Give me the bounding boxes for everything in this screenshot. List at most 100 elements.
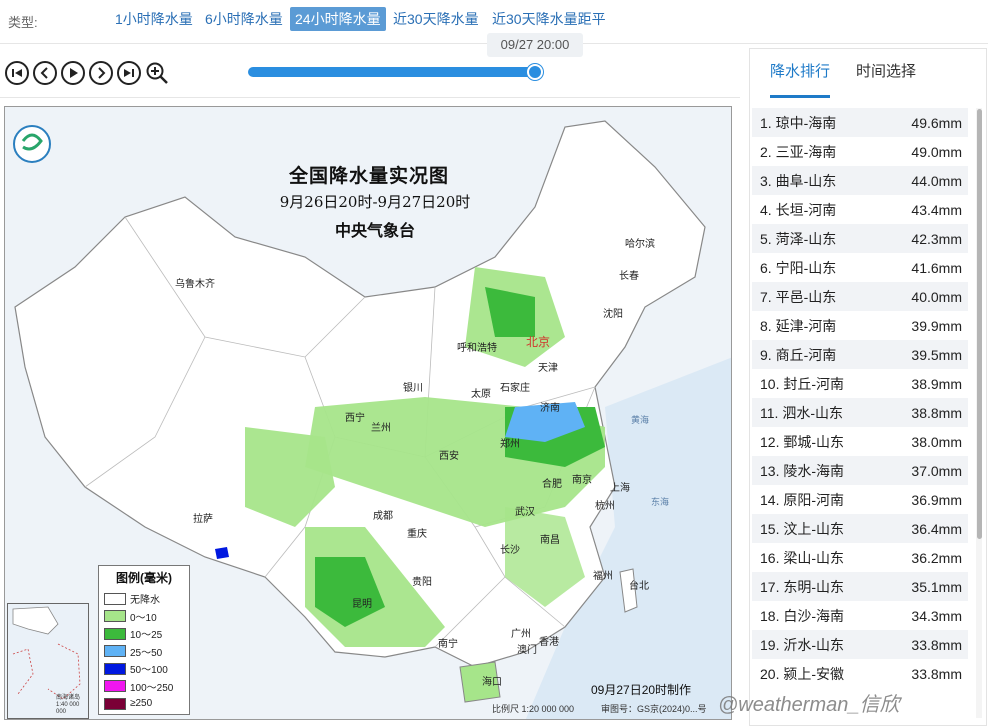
type-option-6h[interactable]: 6小时降水量 [200, 7, 288, 31]
city-label: 天津 [538, 363, 558, 374]
ranking-row[interactable]: 8. 延津-河南 39.9mm [752, 311, 968, 340]
map-subtitle: 9月26日20时-9月27日20时 [279, 193, 471, 211]
made-at-label: 09月27日20时制作 [591, 683, 692, 697]
ranking-row[interactable]: 14. 原阳-河南 36.9mm [752, 485, 968, 514]
legend-item: 无降水 [99, 590, 189, 608]
ranking-row[interactable]: 4. 长垣-河南 43.4mm [752, 195, 968, 224]
city-label: 杭州 [595, 501, 615, 512]
legend-item: 50～100 [99, 660, 189, 678]
legend-swatch [104, 610, 126, 623]
timestamp-tooltip: 09/27 20:00 [487, 33, 583, 57]
city-label: 拉萨 [193, 514, 213, 525]
city-label: 南昌 [540, 535, 560, 546]
ranking-row[interactable]: 13. 陵水-海南 37.0mm [752, 456, 968, 485]
city-label: 成都 [373, 511, 393, 522]
city-label: 合肥 [542, 479, 562, 490]
city-label: 西安 [439, 451, 459, 462]
city-label: 南京 [572, 475, 592, 486]
legend-label: 100～250 [130, 682, 174, 694]
city-label: 澳门 [517, 645, 537, 656]
legend-item: 100～250 [99, 678, 189, 696]
ranking-row[interactable]: 18. 白沙-海南 34.3mm [752, 601, 968, 630]
ranking-row[interactable]: 16. 梁山-山东 36.2mm [752, 543, 968, 572]
play-icon [70, 68, 78, 78]
type-option-30d-anomaly[interactable]: 近30天降水量距平 [487, 7, 611, 31]
type-label: 类型: [8, 15, 38, 30]
city-label: 郑州 [500, 439, 520, 450]
ranking-list: 1. 琼中-海南 49.6mm 2. 三亚-海南 49.0mm 3. 曲阜-山东 44… [752, 108, 968, 688]
ranking-row[interactable]: 3. 曲阜-山东 44.0mm [752, 166, 968, 195]
ranking-panel: 降水排行 时间选择 1. 琼中-海南 49.6mm 2. 三亚-海南 49.0mm … [749, 48, 987, 726]
city-label-capital: 北京 [526, 335, 551, 349]
zoom-button[interactable] [145, 61, 169, 85]
city-label: 长春 [619, 271, 639, 282]
type-option-30d[interactable]: 近30天降水量 [388, 7, 484, 31]
sea-label: 黄海 [631, 415, 650, 425]
play-button[interactable] [61, 61, 85, 85]
legend-label: ≥250 [130, 698, 153, 710]
skip-back-icon [12, 69, 22, 77]
ranking-row[interactable]: 10. 封丘-河南 38.9mm [752, 369, 968, 398]
city-label: 长沙 [500, 545, 520, 556]
timeline-track[interactable] [248, 67, 536, 77]
inset-map [12, 606, 81, 700]
ranking-row[interactable]: 17. 东明-山东 35.1mm [752, 572, 968, 601]
legend-swatch [104, 592, 126, 605]
city-label: 银川 [403, 383, 423, 394]
legend-label: 0～10 [130, 612, 157, 624]
timeline-handle[interactable] [527, 64, 543, 80]
city-label: 南宁 [438, 639, 458, 650]
previous-button[interactable] [33, 61, 57, 85]
legend-swatch [104, 645, 126, 658]
ranking-row[interactable]: 15. 汶上-山东 36.4mm [752, 514, 968, 543]
review-number: 审图号：GS京(2024)0...号 [601, 704, 707, 714]
type-option-1h[interactable]: 1小时降水量 [110, 7, 198, 31]
legend-item: 0～10 [99, 608, 189, 626]
type-option-24h[interactable]: 24小时降水量 [290, 7, 386, 31]
last-frame-button[interactable] [117, 61, 141, 85]
scale-label: 比例尺 1:20 000 000 [492, 704, 575, 714]
legend-label: 50～100 [130, 665, 168, 677]
ranking-row[interactable]: 7. 平邑-山东 40.0mm [752, 282, 968, 311]
city-label: 乌鲁木齐 [175, 279, 215, 290]
city-label: 石家庄 [500, 383, 530, 394]
city-label: 太原 [471, 389, 491, 400]
watermark: @weatherman_信欣 [718, 694, 900, 716]
next-button[interactable] [89, 61, 113, 85]
first-frame-button[interactable] [5, 61, 29, 85]
precipitation-map: 全国降水量实况图 9月26日20时-9月27日20时 中央气象台 北京 乌鲁木齐… [4, 106, 732, 720]
city-label: 呼和浩特 [457, 343, 497, 354]
city-label: 武汉 [515, 507, 535, 518]
city-label: 香港 [539, 637, 559, 648]
city-label: 福州 [593, 571, 613, 582]
tab-time-select[interactable]: 时间选择 [856, 60, 916, 98]
city-label: 海口 [482, 677, 502, 688]
city-label: 昆明 [352, 599, 372, 610]
ranking-row[interactable]: 9. 商丘-河南 39.5mm [752, 340, 968, 369]
skip-forward-icon [124, 69, 134, 77]
ranking-row[interactable]: 20. 颍上-安徽 33.8mm [752, 659, 968, 688]
precipitation-app: 类型: 1小时降水量 6小时降水量 24小时降水量 近30天降水量 近30天降水… [0, 0, 988, 726]
legend-swatch [104, 627, 126, 640]
ranking-row[interactable]: 19. 沂水-山东 33.8mm [752, 630, 968, 659]
south-china-sea-inset: 南海诸岛 1:40 000 000 [7, 603, 89, 719]
map-legend: 图例(毫米) 无降水 0～10 10～25 25～50 50～100 100～2… [98, 565, 190, 715]
legend-title: 图例(毫米) [116, 571, 172, 585]
chevron-right-icon [98, 67, 106, 79]
ranking-row[interactable]: 11. 泗水-山东 38.8mm [752, 398, 968, 427]
legend-swatch [104, 662, 126, 675]
legend-swatch [104, 680, 126, 693]
ranking-row[interactable]: 2. 三亚-海南 49.0mm [752, 137, 968, 166]
ranking-row[interactable]: 12. 鄄城-山东 38.0mm [752, 427, 968, 456]
legend-item: ≥250 [99, 695, 189, 713]
ranking-row[interactable]: 6. 宁阳-山东 41.6mm [752, 253, 968, 282]
ranking-row[interactable]: 1. 琼中-海南 49.6mm [752, 108, 968, 137]
legend-label: 25～50 [130, 647, 163, 659]
ranking-row[interactable]: 5. 菏泽-山东 42.3mm [752, 224, 968, 253]
city-label: 西宁 [345, 413, 365, 424]
cma-logo-icon [13, 125, 51, 163]
city-label: 沈阳 [603, 309, 623, 320]
tab-ranking[interactable]: 降水排行 [770, 60, 831, 98]
legend-label: 无降水 [130, 595, 160, 607]
scrollbar-thumb[interactable] [977, 109, 982, 539]
